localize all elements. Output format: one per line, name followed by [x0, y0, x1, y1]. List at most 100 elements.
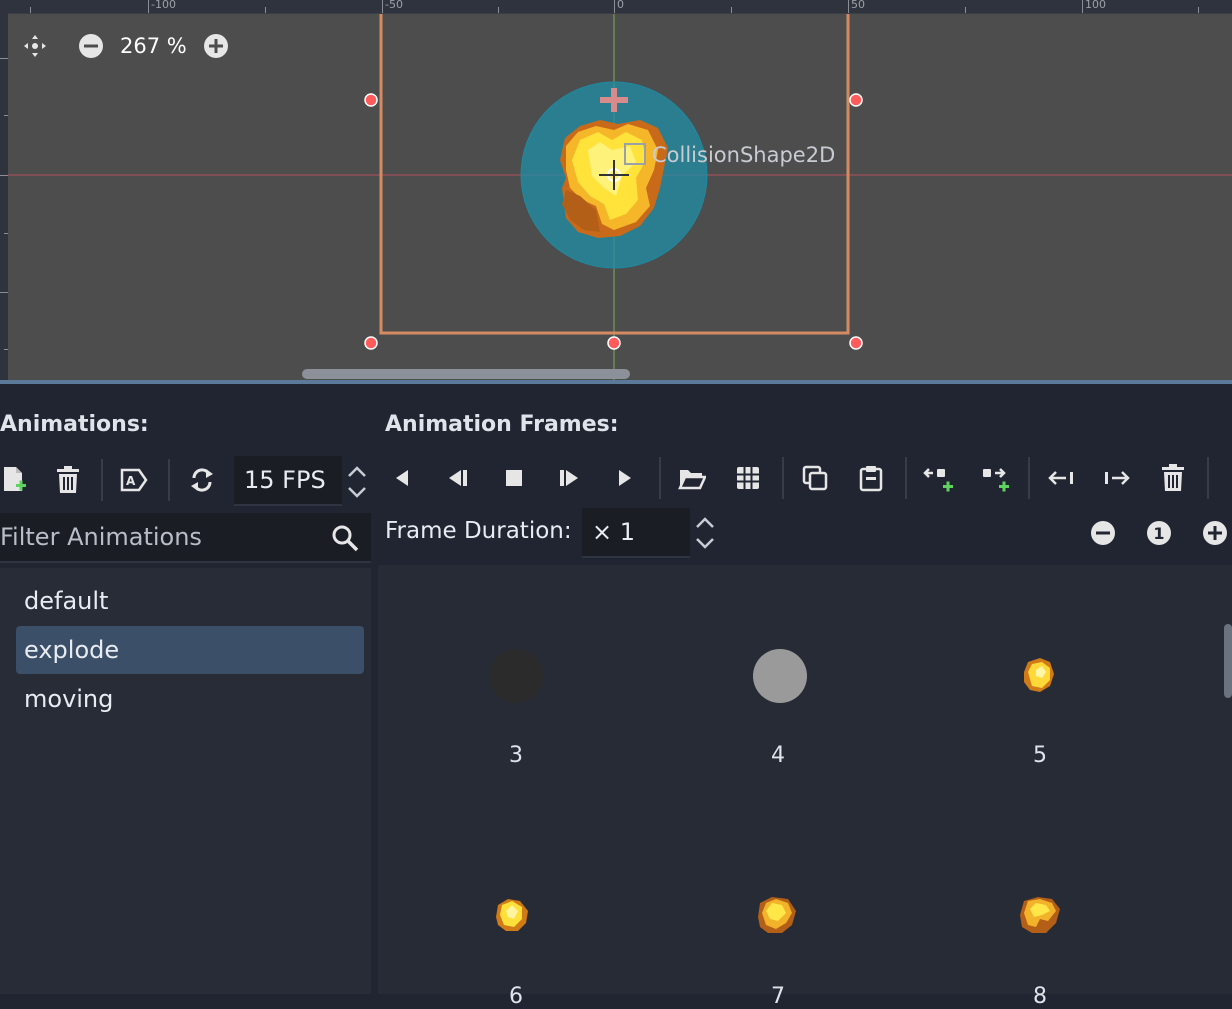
animation-frames-heading: Animation Frames:: [385, 412, 619, 437]
zoom-out-button[interactable]: [76, 31, 106, 61]
filter-animations-input[interactable]: [0, 513, 320, 561]
zoom-controls: 267 %: [20, 30, 231, 62]
move-frame-left-button[interactable]: [1041, 458, 1081, 498]
search-icon: [332, 525, 359, 552]
frames-zoom-in-button[interactable]: [1195, 513, 1232, 553]
node-name-label: CollisionShape2D: [652, 143, 836, 167]
new-animation-icon: [4, 467, 26, 491]
insert-before-icon: [923, 468, 953, 492]
frame-thumbnail: [1020, 897, 1060, 933]
frames-zoom-out-button[interactable]: [1083, 513, 1123, 553]
ruler-label: -100: [151, 0, 176, 11]
spritesheet-button[interactable]: [728, 458, 768, 498]
frame-tile[interactable]: 3: [416, 600, 616, 768]
frame-duration-value: × 1: [592, 518, 636, 546]
zoom-in-icon: [1203, 521, 1227, 545]
frame-number: 3: [509, 743, 523, 768]
minus-circle-icon: [79, 34, 103, 58]
animations-heading: Animations:: [0, 412, 149, 437]
fps-value: 15 FPS: [244, 466, 326, 494]
svg-text:A: A: [126, 474, 136, 488]
frames-grid[interactable]: 3 4 5 6 7 8: [378, 565, 1232, 1009]
ruler-label: 0: [617, 0, 624, 11]
ruler-label: -50: [385, 0, 403, 11]
zoom-level-text[interactable]: 267 %: [120, 34, 187, 58]
zoom-reset-icon: 1: [1147, 521, 1171, 545]
rename-icon: A: [120, 468, 148, 492]
move-right-icon: [1105, 471, 1130, 485]
loop-toggle-button[interactable]: [182, 460, 222, 500]
play-from-start-icon: [560, 470, 578, 486]
fps-spinbox[interactable]: 15 FPS: [234, 456, 342, 506]
frame-number: 8: [1033, 984, 1047, 1009]
frame-thumbnail: [753, 649, 807, 703]
explosion-sprite[interactable]: [556, 120, 668, 238]
zoom-out-icon: [1091, 521, 1115, 545]
frame-duration-spinbox[interactable]: × 1: [582, 508, 690, 558]
delete-frame-button[interactable]: [1153, 458, 1193, 498]
frame-duration-spinner-arrows[interactable]: [694, 513, 716, 553]
insert-frame-after-button[interactable]: [974, 458, 1014, 498]
horizontal-scroll-thumb[interactable]: [302, 369, 630, 379]
canvas-viewport[interactable]: -100 -50 0 50 100 267 % CollisionShape2D: [0, 0, 1232, 380]
loop-icon: [191, 468, 213, 492]
new-animation-button[interactable]: [0, 460, 34, 500]
center-view-icon[interactable]: [20, 31, 50, 61]
ruler-top[interactable]: -100 -50 0 50 100: [0, 0, 1232, 14]
play-from-start-button[interactable]: [549, 458, 589, 498]
ruler-left[interactable]: [0, 13, 8, 380]
paste-icon: [859, 466, 883, 492]
frame-number: 5: [1033, 743, 1047, 768]
frame-tile[interactable]: 7: [678, 841, 878, 1009]
delete-animation-button[interactable]: [48, 460, 88, 500]
animation-item-default[interactable]: default: [16, 577, 364, 625]
paste-frame-button[interactable]: [851, 458, 891, 498]
insert-frame-before-button[interactable]: [918, 458, 958, 498]
frame-tile[interactable]: 6: [416, 841, 616, 1009]
frame-thumbnail: [758, 897, 796, 933]
play-backwards-from-end-button[interactable]: [438, 458, 478, 498]
plus-circle-icon: [203, 34, 228, 58]
animation-item-explode[interactable]: explode: [16, 626, 364, 674]
rename-animation-button[interactable]: A: [114, 460, 154, 500]
ruler-label: 50: [851, 0, 865, 11]
move-left-icon: [1048, 471, 1073, 485]
play-button[interactable]: [605, 458, 645, 498]
frame-tile[interactable]: 4: [678, 600, 878, 768]
zoom-reset-text: 1: [1153, 524, 1164, 543]
play-backwards-from-end-icon: [449, 470, 467, 486]
frame-duration-label: Frame Duration:: [385, 518, 572, 544]
delete-frame-icon: [1162, 464, 1184, 491]
zoom-in-button[interactable]: [201, 31, 231, 61]
play-backwards-button[interactable]: [382, 458, 422, 498]
frames-vertical-scroll-thumb[interactable]: [1224, 624, 1232, 698]
animation-list[interactable]: default explode moving: [0, 568, 371, 994]
animation-label: explode: [24, 636, 120, 664]
insert-after-icon: [983, 468, 1009, 492]
frame-tile[interactable]: 8: [940, 841, 1140, 1009]
frames-zoom-reset-button[interactable]: 1: [1139, 513, 1179, 553]
fps-spinner-arrows[interactable]: [346, 462, 368, 502]
frame-number: 4: [771, 743, 785, 768]
play-icon: [619, 470, 631, 486]
open-folder-icon: [678, 470, 706, 490]
copy-frame-button[interactable]: [795, 458, 835, 498]
load-frames-button[interactable]: [672, 458, 712, 498]
move-frame-right-button[interactable]: [1097, 458, 1137, 498]
play-backwards-icon: [396, 470, 408, 486]
filter-animations-field[interactable]: [0, 513, 371, 563]
frame-thumbnail: [496, 899, 528, 931]
frame-number: 6: [509, 984, 523, 1009]
animation-item-moving[interactable]: moving: [16, 675, 364, 723]
stop-button[interactable]: [494, 458, 534, 498]
frame-thumbnail: [489, 649, 543, 703]
ruler-label: 100: [1085, 0, 1106, 11]
copy-icon: [802, 465, 828, 491]
trash-icon: [57, 466, 79, 493]
frame-number: 7: [771, 984, 785, 1009]
grid-icon: [737, 467, 759, 489]
frame-thumbnail: [1024, 658, 1054, 692]
animation-label: moving: [24, 685, 114, 713]
stop-icon: [506, 470, 522, 486]
frame-tile[interactable]: 5: [940, 600, 1140, 768]
